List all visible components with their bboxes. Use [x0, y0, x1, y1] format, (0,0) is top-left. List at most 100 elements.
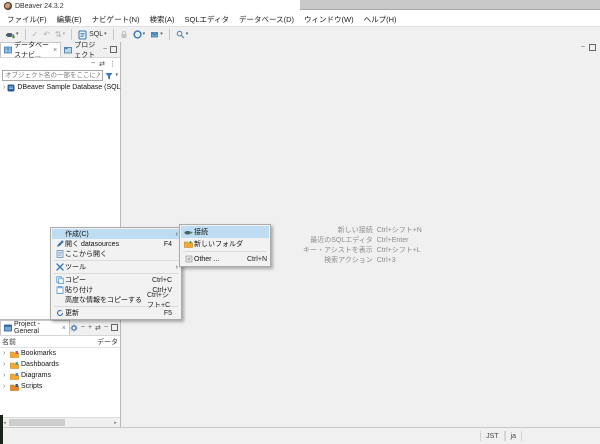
expander-icon[interactable]: ›: [3, 361, 8, 368]
filter-funnel-icon[interactable]: [105, 72, 113, 80]
minimize-view-icon[interactable]: −: [103, 46, 107, 53]
view-menu-icon[interactable]: ⋮: [109, 60, 116, 68]
tab-projects[interactable]: プロジェクト: [61, 42, 103, 57]
expander-icon[interactable]: ›: [3, 372, 8, 379]
tree-item-label: Scripts: [21, 383, 42, 390]
tree-item-label: Diagrams: [21, 372, 51, 379]
lock-button[interactable]: [118, 28, 130, 42]
menu-item-label: 作成(C): [65, 229, 172, 239]
menu-item-label: ここから開く: [65, 249, 172, 259]
menu-bar: ファイル(F) 編集(E) ナビゲート(N) 検索(A) SQLエディタ データ…: [0, 12, 600, 26]
console-circle-icon: [133, 30, 142, 39]
projects-view: Project - General × − + ⇄ −: [0, 319, 120, 427]
link-with-editor-icon[interactable]: ⇄: [95, 324, 101, 332]
editor-shortcut-hints: 新しい接続 Ctrl+シフト+N 最近のSQLエディタ Ctrl+Enter キ…: [303, 226, 422, 266]
tree-row-connection[interactable]: › DBeaver Sample Database (SQLite): [0, 82, 120, 93]
sql-console-button[interactable]: ▾: [131, 28, 148, 42]
tree-row-dashboards[interactable]: › Dashboards: [0, 359, 120, 370]
expander-icon[interactable]: ›: [3, 383, 8, 390]
transaction-mode-button[interactable]: ⇅ ▾: [53, 28, 67, 42]
context-menu-item-tools[interactable]: ツール ›: [52, 262, 180, 272]
menu-item-label: Other ...: [194, 256, 242, 263]
context-menu-item-create[interactable]: 作成(C) ›: [52, 229, 180, 239]
tree-row-bookmarks[interactable]: › Bookmarks: [0, 348, 120, 359]
settings-gear-icon[interactable]: [70, 324, 78, 332]
menu-file[interactable]: ファイル(F): [2, 14, 52, 25]
task-icon: [150, 30, 159, 39]
hint-shortcut: Ctrl+Enter: [377, 236, 422, 246]
menu-item-label: コピー: [65, 275, 147, 285]
locale-indicator[interactable]: ja: [505, 431, 522, 441]
timezone-indicator[interactable]: JST: [480, 431, 504, 441]
tasks-button[interactable]: ▾: [148, 28, 165, 42]
projects-tab-row: Project - General × − + ⇄ −: [0, 320, 120, 336]
context-menu-item-copy[interactable]: コピー Ctrl+C: [52, 275, 180, 285]
navigator-context-menu: 作成(C) › 開く datasources F4 ここから開く ツール › コ…: [50, 227, 182, 320]
new-connection-dropdown-icon[interactable]: ▾: [16, 32, 19, 37]
tab-project-general[interactable]: Project - General ×: [0, 320, 70, 335]
toolbar-separator: [71, 29, 72, 40]
search-button[interactable]: ▾: [174, 28, 191, 42]
tree-row-diagrams[interactable]: › Diagrams: [0, 370, 120, 381]
bookmarks-folder-icon: [10, 350, 19, 358]
other-wizard-icon: [183, 255, 194, 263]
collapse-all-icon[interactable]: −: [81, 324, 85, 331]
menu-navigate[interactable]: ナビゲート(N): [87, 14, 145, 25]
refresh-icon: [54, 309, 65, 317]
horizontal-scrollbar[interactable]: ◂ ▸: [0, 417, 120, 427]
object-filter-input[interactable]: [2, 70, 103, 81]
hint-shortcut: Ctrl+3: [377, 256, 422, 266]
submenu-item-new-folder[interactable]: 新しいフォルダ: [181, 238, 269, 250]
link-with-editor-icon[interactable]: ⇄: [99, 60, 105, 68]
expand-all-icon[interactable]: +: [88, 324, 92, 331]
tasks-dropdown-icon[interactable]: ▾: [160, 32, 163, 37]
toolbar-separator: [113, 29, 114, 40]
console-dropdown-icon[interactable]: ▾: [143, 32, 146, 37]
menu-search[interactable]: 検索(A): [145, 14, 180, 25]
submenu-item-connection[interactable]: 接続: [181, 226, 269, 238]
menu-item-shortcut: F4: [164, 241, 172, 248]
paste-icon: [54, 286, 65, 294]
context-menu-item-copy-advanced-info[interactable]: 高度な情報をコピーする Ctrl+シフト+C: [52, 295, 180, 305]
scrollbar-thumb[interactable]: [9, 419, 65, 426]
collapse-all-icon[interactable]: −: [91, 60, 95, 67]
transaction-mode-icon: ⇅: [55, 31, 62, 39]
menu-window[interactable]: ウィンドウ(W): [299, 14, 359, 25]
database-navigator-icon: [4, 46, 12, 54]
menu-help[interactable]: ヘルプ(H): [359, 14, 402, 25]
database-connection-icon: [7, 84, 15, 92]
menu-separator: [183, 251, 267, 252]
tab-projects-label: プロジェクト: [74, 40, 100, 60]
tab-close-icon[interactable]: ×: [53, 47, 57, 54]
hint-label: 最近のSQLエディタ: [303, 236, 373, 246]
minimize-editor-icon[interactable]: −: [581, 44, 585, 51]
menu-edit[interactable]: 編集(E): [52, 14, 87, 25]
column-name[interactable]: 名前: [2, 337, 16, 347]
transaction-dropdown-icon: ▾: [63, 32, 66, 37]
filter-dropdown-icon[interactable]: ▾: [115, 73, 118, 78]
hint-label: 新しい接続: [303, 226, 373, 236]
maximize-editor-icon[interactable]: [589, 44, 596, 51]
expander-icon[interactable]: ›: [3, 84, 5, 91]
menu-item-shortcut: Ctrl+シフト+C: [147, 290, 174, 310]
maximize-view-icon[interactable]: [111, 324, 118, 331]
context-menu-item-open-from-here[interactable]: ここから開く: [52, 249, 180, 259]
submenu-item-other[interactable]: Other ... Ctrl+N: [181, 253, 269, 265]
tree-row-scripts[interactable]: › Scripts: [0, 381, 120, 392]
submenu-arrow-icon: ›: [172, 264, 178, 271]
search-dropdown-icon[interactable]: ▾: [186, 32, 189, 37]
column-data[interactable]: データ: [97, 337, 118, 347]
context-menu-item-open-datasources[interactable]: 開く datasources F4: [52, 239, 180, 249]
scroll-right-icon[interactable]: ▸: [111, 418, 120, 427]
menu-database[interactable]: データベース(D): [234, 14, 299, 25]
maximize-view-icon[interactable]: [110, 46, 117, 53]
tab-database-navigator[interactable]: データベースナビ... ×: [0, 42, 61, 57]
minimize-view-icon[interactable]: −: [104, 324, 108, 331]
connection-label: DBeaver Sample Database (SQLite): [17, 84, 130, 91]
menu-sql-editor[interactable]: SQLエディタ: [180, 14, 234, 25]
hint-shortcut: Ctrl+シフト+L: [377, 246, 422, 256]
expander-icon[interactable]: ›: [3, 350, 8, 357]
sql-dropdown-icon[interactable]: ▾: [104, 32, 107, 37]
navigator-filter-row: ▾: [0, 69, 120, 82]
tab-close-icon[interactable]: ×: [62, 325, 66, 332]
